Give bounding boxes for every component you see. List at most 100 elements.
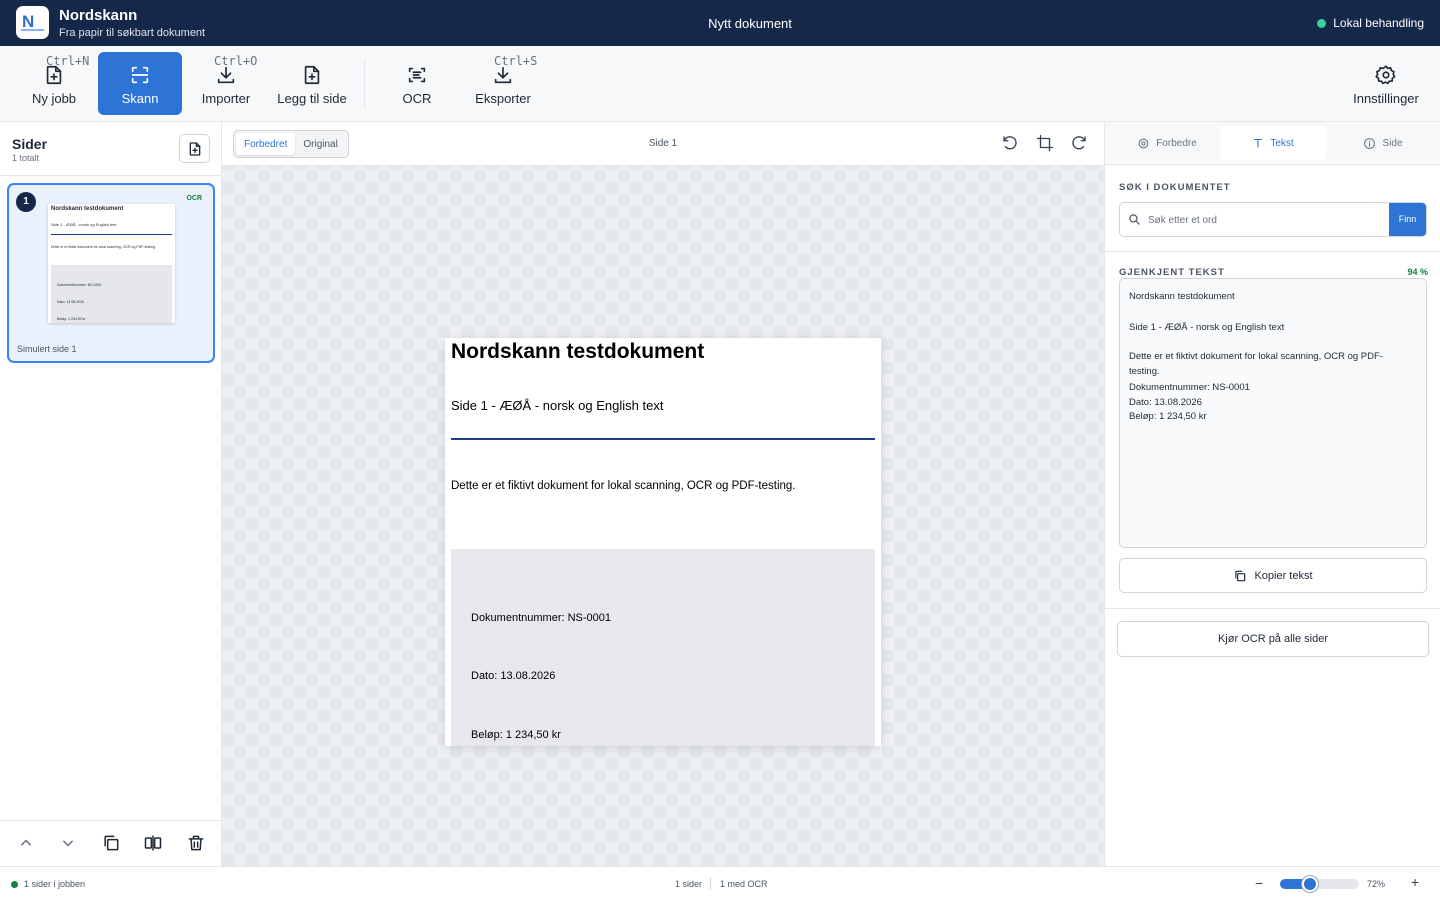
page-viewer: Forbedret Original Side 1 Nordskann test… [222,122,1104,866]
split-page-button[interactable] [143,833,163,853]
recognized-text-heading: GJENKJENT TEKST [1119,267,1225,278]
rotate-right-button[interactable] [1070,134,1088,152]
ocr-line: testing. [1129,366,1160,377]
download-icon [494,66,512,84]
document-number: Dokumentnummer: NS-0001 [471,612,612,624]
inspector-panel: Forbedre Tekst Side SØK I DOKUMENTET Søk… [1104,122,1440,866]
tab-enhance-label: Forbedre [1156,137,1197,149]
settings-button[interactable]: Innstillinger [1344,52,1428,115]
toolbar-divider [364,59,365,109]
copy-icon [1235,570,1246,581]
tab-enhance[interactable]: Forbedre [1115,126,1219,160]
add-page-small-button[interactable] [179,134,210,163]
document-info-box: Dokumentnummer: NS-0001 Dato: 13.08.2026… [451,549,875,746]
rotate-left-icon [1003,136,1017,150]
thumb-doc-number: Dokumentnummer: NS-0001 [57,283,102,287]
ocr-line: Dato: 13.08.2026 [1129,397,1202,408]
local-status-label: Lokal behandling [1333,16,1424,30]
add-page-button[interactable]: Legg til side [270,52,354,115]
search-icon [1129,214,1140,225]
document-rule [451,438,875,440]
add-page-label: Legg til side [277,91,347,106]
crop-button[interactable] [1036,134,1054,152]
zoom-in-button[interactable]: + [1411,874,1419,890]
chevron-down-icon [63,840,73,847]
tab-text-label: Tekst [1270,137,1294,149]
ocr-button[interactable]: OCR [375,52,459,115]
gear-icon [1375,65,1396,85]
import-label: Importer [201,91,251,106]
local-processing-status: Lokal behandling [1317,16,1424,30]
page-total: 1 sider [675,879,703,889]
crop-icon [1036,134,1054,152]
copy-text-button[interactable]: Kopier tekst [1119,558,1427,593]
settings-label: Innstillinger [1353,91,1419,106]
move-up-button[interactable] [16,833,36,853]
viewer-header: Forbedret Original Side 1 [222,122,1104,166]
thumb-subtitle: Side 1 - ÆØÅ - norsk og English text [51,222,117,227]
rotate-right-icon [1072,136,1086,150]
pages-count: 1 totalt [12,153,40,163]
zoom-level: 72% [1367,879,1386,889]
new-job-button[interactable]: Ctrl+N Ny jobb [12,52,96,115]
document-heading: Nordskann testdokument [451,340,705,363]
file-plus-icon [189,142,200,156]
export-label: Eksporter [475,91,531,106]
toolbar: Ctrl+N Ny jobb Skann Ctrl+O Importer Leg… [0,46,1440,122]
duplicate-page-button[interactable] [101,833,121,853]
thumb-date: Dato: 13.08.2026 [57,300,84,304]
ocr-confidence: 94 % [1407,267,1428,277]
pages-panel: Sider 1 totalt 1 OCR Nordskann testdokum… [0,122,222,866]
document-amount: Beløp: 1 234,50 kr [471,729,561,741]
zoom-out-button[interactable]: − [1255,875,1263,891]
title-bar: N Nordskann Fra papir til søkbart dokume… [0,0,1440,46]
import-button[interactable]: Ctrl+O Importer [184,52,268,115]
copy-icon [104,835,119,851]
inspector-tabs: Forbedre Tekst Side [1105,122,1440,165]
chevron-up-icon [21,839,31,846]
thumb-body: Dette er et fiktivt dokument for lokal s… [51,245,156,249]
tab-page[interactable]: Side [1331,126,1435,160]
status-dot-icon [11,880,18,888]
ocr-line: Side 1 - ÆØÅ - norsk og English text [1129,322,1285,333]
zoom-slider[interactable] [1280,876,1359,892]
search-heading: SØK I DOKUMENTET [1119,182,1231,193]
scan-label: Skann [121,91,159,106]
ocr-line: Nordskann testdokument [1129,291,1235,302]
thumb-amount: Beløp: 1 234,50 kr [57,317,86,321]
pages-title: Sider [12,136,48,152]
scan-button[interactable]: Skann [98,52,182,115]
download-icon [217,66,235,84]
ocr-label: OCR [402,91,432,106]
document-title: Nytt dokument [708,16,792,31]
document-body: Dette er et fiktivt dokument for lokal s… [451,480,796,492]
text-icon [1254,138,1263,148]
trash-icon [188,835,204,851]
status-bar: 1 sider i jobben 1 sider 1 med OCR − 72%… [0,866,1440,900]
job-page-count: 1 sider i jobben [24,879,86,889]
run-ocr-all-button[interactable]: Kjør OCR på alle sider [1117,621,1429,657]
document-page: Nordskann testdokument Side 1 - ÆØÅ - no… [445,338,881,746]
copy-text-label: Kopier tekst [1254,569,1313,582]
page-thumbnail-card[interactable]: 1 OCR Nordskann testdokument Side 1 - ÆØ… [7,183,215,363]
text-scan-icon [408,67,426,83]
scan-icon [131,66,149,84]
file-plus-icon [304,65,320,85]
move-down-button[interactable] [58,833,78,853]
ocr-page-count: 1 med OCR [720,879,768,889]
zoom-slider-handle[interactable] [1302,876,1319,892]
current-page-label: Side 1 [648,138,678,149]
split-icon [144,835,162,851]
document-search: Søk etter et ord Finn [1119,202,1427,237]
delete-page-button[interactable] [186,833,206,853]
tab-text[interactable]: Tekst [1220,126,1326,160]
job-status: 1 sider i jobben [11,879,85,889]
ocr-line: Dokumentnummer: NS-0001 [1129,382,1250,393]
ocr-line: Dette er et fiktivt dokument for lokal s… [1129,351,1383,362]
export-button[interactable]: Ctrl+S Eksporter [461,52,545,115]
document-subtitle: Side 1 - ÆØÅ - norsk og English text [451,398,664,413]
search-input[interactable]: Søk etter et ord [1148,215,1217,226]
rotate-left-button[interactable] [1001,134,1019,152]
find-button[interactable]: Finn [1389,203,1426,236]
recognized-text-area[interactable]: Nordskann testdokument Side 1 - ÆØÅ - no… [1119,278,1427,548]
